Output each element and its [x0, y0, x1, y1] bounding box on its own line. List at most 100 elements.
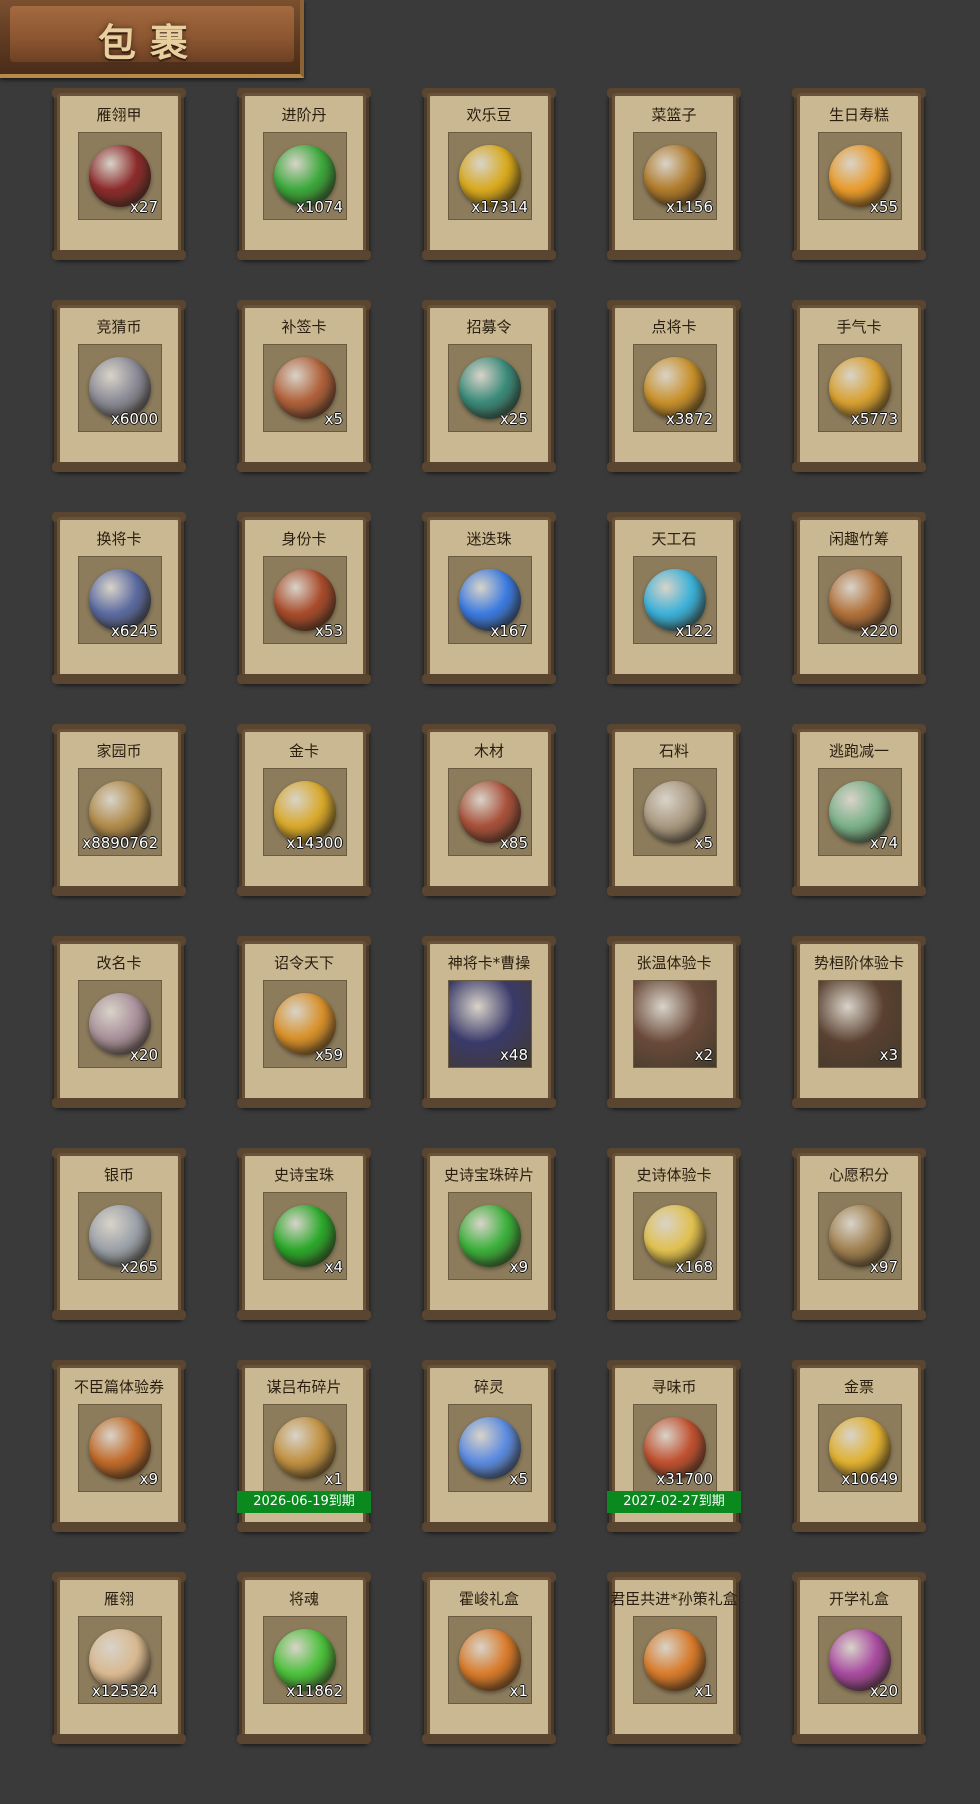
item-slot[interactable]: 逃跑减一 x74	[792, 724, 926, 896]
item-slot[interactable]: 开学礼盒 x20	[792, 1572, 926, 1744]
item-slot[interactable]: 木材 x85	[422, 724, 556, 896]
frame-cap-bottom	[792, 886, 926, 896]
item-slot[interactable]: 霍峻礼盒 x1	[422, 1572, 556, 1744]
item-name: 势桓阶体验卡	[813, 954, 904, 972]
item-count: x167	[490, 622, 528, 640]
item-slot[interactable]: 天工石 x122	[607, 512, 741, 684]
item-slot[interactable]: 家园币 x8890762	[52, 724, 186, 896]
item-name: 补签卡	[281, 318, 327, 336]
item-count: x27	[130, 198, 158, 216]
frame-cap-bottom	[422, 250, 556, 260]
frame-cap-bottom	[792, 1522, 926, 1532]
item-name: 闲趣竹筹	[828, 530, 889, 548]
item-slot[interactable]: 菜篮子 x1156	[607, 88, 741, 260]
frame-cap-bottom	[792, 462, 926, 472]
item-name: 竞猜币	[96, 318, 142, 336]
item-count: x8890762	[82, 834, 158, 852]
item-name: 将魂	[288, 1590, 319, 1608]
item-count: x5773	[850, 410, 898, 428]
item-slot[interactable]: 手气卡 x5773	[792, 300, 926, 472]
item-slot[interactable]: 石料 x5	[607, 724, 741, 896]
frame-cap-bottom	[237, 1734, 371, 1744]
item-slot[interactable]: 闲趣竹筹 x220	[792, 512, 926, 684]
item-slot[interactable]: 将魂 x11862	[237, 1572, 371, 1744]
item-count: x59	[315, 1046, 343, 1064]
item-slot[interactable]: 金卡 x14300	[237, 724, 371, 896]
frame-cap-bottom	[52, 1310, 186, 1320]
frame-cap-bottom	[52, 250, 186, 260]
item-slot[interactable]: 招募令 x25	[422, 300, 556, 472]
item-slot[interactable]: 欢乐豆 x17314	[422, 88, 556, 260]
item-name: 心愿积分	[828, 1166, 889, 1184]
item-slot[interactable]: 势桓阶体验卡 x3	[792, 936, 926, 1108]
item-count: x3872	[665, 410, 713, 428]
item-count: x31700	[656, 1470, 713, 1488]
item-slot[interactable]: 史诗宝珠碎片 x9	[422, 1148, 556, 1320]
frame-cap-bottom	[52, 674, 186, 684]
item-name: 身份卡	[281, 530, 327, 548]
item-slot[interactable]: 点将卡 x3872	[607, 300, 741, 472]
item-name: 金卡	[288, 742, 319, 760]
item-slot[interactable]: 不臣篇体验券 x9	[52, 1360, 186, 1532]
item-slot[interactable]: 生日寿糕 x55	[792, 88, 926, 260]
item-slot[interactable]: 金票 x10649	[792, 1360, 926, 1532]
item-count: x11862	[286, 1682, 343, 1700]
item-name: 迷迭珠	[466, 530, 512, 548]
item-slot[interactable]: 心愿积分 x97	[792, 1148, 926, 1320]
item-count: x20	[130, 1046, 158, 1064]
item-name: 木材	[473, 742, 504, 760]
item-slot[interactable]: 谋吕布碎片 x1 2026-06-19到期	[237, 1360, 371, 1532]
item-slot[interactable]: 君臣共进*孙策礼盒 x1	[607, 1572, 741, 1744]
frame-cap-bottom	[237, 886, 371, 896]
item-slot[interactable]: 雁翎 x125324	[52, 1572, 186, 1744]
frame-cap-bottom	[52, 462, 186, 472]
item-count: x74	[870, 834, 898, 852]
item-slot[interactable]: 身份卡 x53	[237, 512, 371, 684]
item-name: 君臣共进*孙策礼盒	[610, 1590, 738, 1608]
item-slot[interactable]: 神将卡*曹操 x48	[422, 936, 556, 1108]
item-count: x9	[509, 1258, 528, 1276]
item-name: 菜篮子	[651, 106, 697, 124]
frame-cap-bottom	[422, 886, 556, 896]
item-slot[interactable]: 诏令天下 x59	[237, 936, 371, 1108]
item-slot[interactable]: 进阶丹 x1074	[237, 88, 371, 260]
item-name: 史诗宝珠碎片	[443, 1166, 534, 1184]
item-name: 金票	[843, 1378, 874, 1396]
frame-cap-bottom	[52, 886, 186, 896]
item-slot[interactable]: 张温体验卡 x2	[607, 936, 741, 1108]
item-slot[interactable]: 寻味币 x31700 2027-02-27到期	[607, 1360, 741, 1532]
item-count: x265	[120, 1258, 158, 1276]
item-count: x5	[509, 1470, 528, 1488]
item-count: x97	[870, 1258, 898, 1276]
item-slot[interactable]: 换将卡 x6245	[52, 512, 186, 684]
frame-cap-bottom	[422, 674, 556, 684]
item-name: 点将卡	[651, 318, 697, 336]
item-slot[interactable]: 碎灵 x5	[422, 1360, 556, 1532]
frame-cap-bottom	[607, 1522, 741, 1532]
item-name: 开学礼盒	[828, 1590, 889, 1608]
item-name: 招募令	[466, 318, 512, 336]
item-name: 雁翎	[103, 1590, 134, 1608]
item-slot[interactable]: 雁翎甲 x27	[52, 88, 186, 260]
item-name: 张温体验卡	[636, 954, 712, 972]
item-slot[interactable]: 竞猜币 x6000	[52, 300, 186, 472]
item-count: x48	[500, 1046, 528, 1064]
item-name: 碎灵	[473, 1378, 504, 1396]
item-slot[interactable]: 史诗体验卡 x168	[607, 1148, 741, 1320]
expire-banner: 2027-02-27到期	[607, 1491, 741, 1513]
item-name: 进阶丹	[281, 106, 327, 124]
item-slot[interactable]: 改名卡 x20	[52, 936, 186, 1108]
frame-cap-bottom	[237, 1098, 371, 1108]
item-slot[interactable]: 史诗宝珠 x4	[237, 1148, 371, 1320]
item-count: x9	[139, 1470, 158, 1488]
item-slot[interactable]: 银币 x265	[52, 1148, 186, 1320]
frame-cap-bottom	[52, 1734, 186, 1744]
item-slot[interactable]: 迷迭珠 x167	[422, 512, 556, 684]
frame-cap-bottom	[52, 1098, 186, 1108]
item-count: x85	[500, 834, 528, 852]
frame-cap-bottom	[792, 1734, 926, 1744]
item-name: 银币	[103, 1166, 134, 1184]
frame-cap-bottom	[237, 1522, 371, 1532]
item-count: x1	[324, 1470, 343, 1488]
item-slot[interactable]: 补签卡 x5	[237, 300, 371, 472]
